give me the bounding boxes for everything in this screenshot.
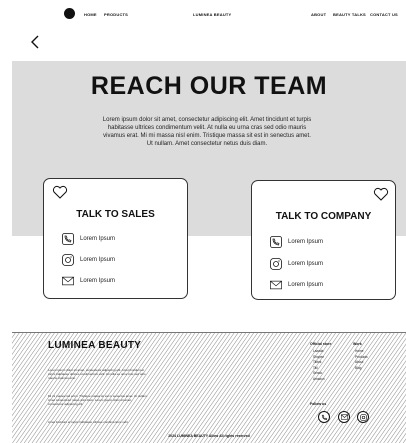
contact-label: Lorem Ipsum (288, 239, 324, 245)
contact-label: Lorem Ipsum (288, 282, 324, 288)
contact-label: Lorem Ipsum (288, 261, 324, 267)
footer-brand: LUMINEA BEAUTY (48, 340, 142, 351)
contact-label: Lorem Ipsum (80, 236, 116, 242)
contact-row-instagram[interactable]: Lorem Ipsum (62, 254, 115, 266)
contact-label: Lorem Ipsum (80, 278, 116, 284)
mail-icon (270, 279, 282, 291)
heart-icon[interactable] (373, 187, 389, 203)
nav-brand[interactable]: LUMINEA BEAUTY (193, 12, 231, 17)
footer-col-title: Official store (310, 342, 332, 346)
contact-label: Lorem Ipsum (80, 257, 116, 263)
nav-beauty-talks[interactable]: BEAUTY TALKS (333, 12, 366, 17)
heart-icon[interactable] (52, 185, 68, 201)
page-title: REACH OUR TEAM (90, 72, 328, 100)
contact-row-instagram[interactable]: Lorem Ipsum (270, 258, 323, 270)
card-title: TALK TO COMPANY (275, 211, 372, 222)
phone-icon[interactable] (318, 411, 330, 423)
card-title: TALK TO SALES (76, 209, 155, 220)
company-card: TALK TO COMPANY Lorem Ipsum Lorem Ipsum … (251, 180, 396, 300)
sales-card: TALK TO SALES Lorem Ipsum Lorem Ipsum Lo… (43, 178, 188, 299)
chevron-left-icon[interactable] (29, 34, 41, 53)
footer-paragraph: Amet tincidunt et turpis habitasse ultri… (48, 420, 129, 424)
footer-col-title: Work (353, 342, 362, 346)
hero-description: Lorem ipsum dolor sit amet, consectetur … (102, 117, 312, 147)
contact-row-mail[interactable]: Lorem Ipsum (270, 279, 323, 291)
phone-icon (62, 233, 74, 245)
footer-link[interactable]: Lazada (313, 349, 325, 355)
nav-about[interactable]: ABOUT (311, 12, 326, 17)
instagram-icon (270, 258, 282, 270)
instagram-icon[interactable] (357, 411, 369, 423)
nav-products[interactable]: PRODUCTS (104, 12, 128, 17)
footer-link[interactable]: Amazon (313, 377, 325, 383)
contact-row-phone[interactable]: Lorem Ipsum (270, 236, 323, 248)
contact-row-phone[interactable]: Lorem Ipsum (62, 233, 115, 245)
follow-us-title: Follow us (310, 402, 327, 406)
nav-contact-us[interactable]: CONTACT US (370, 12, 398, 17)
mail-icon[interactable] (338, 411, 350, 423)
footer-paragraph: Lorem ipsum dolor sit amet, consectetur … (48, 368, 146, 380)
mail-icon (62, 275, 74, 287)
footer-work-list: Home Products About Blog (355, 349, 368, 371)
footer-store-list: Lazada Shopee Tiktok Tiki Sendo Amazon (313, 349, 325, 382)
phone-icon (270, 236, 282, 248)
contact-row-mail[interactable]: Lorem Ipsum (62, 275, 115, 287)
logo-icon[interactable] (64, 8, 75, 19)
instagram-icon (62, 254, 74, 266)
copyright: 2024 LUMINEA BEAUTY Allow All rights res… (168, 434, 250, 438)
nav-home[interactable]: HOME (84, 12, 97, 17)
footer-paragraph: Mi mi massa nisl enim. Tristique massa s… (48, 394, 148, 406)
footer-link[interactable]: Blog (355, 366, 368, 372)
